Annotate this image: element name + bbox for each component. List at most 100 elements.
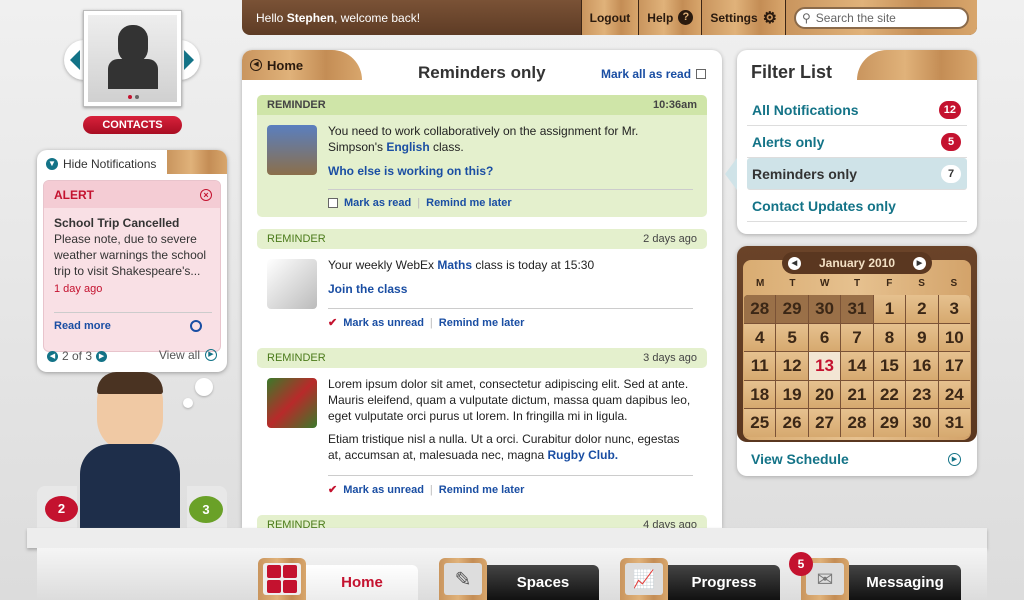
person-silhouette-icon <box>88 15 177 102</box>
calendar-day[interactable]: 8 <box>873 323 906 351</box>
who-else-link[interactable]: Who else is working on this? <box>328 163 693 179</box>
next-month-button[interactable]: ▶ <box>913 256 926 270</box>
calendar-day[interactable]: 4 <box>744 323 776 351</box>
notifications-panel: ▼ Hide Notifications ALERT × School Trip… <box>37 150 227 372</box>
calendar-day[interactable]: 17 <box>938 352 970 380</box>
mark-all-read[interactable]: Mark all as read <box>601 67 707 81</box>
mark-as-read-link[interactable]: Mark as read <box>344 197 411 209</box>
mark-as-unread-link[interactable]: Mark as unread <box>343 317 424 329</box>
filter-alerts-only[interactable]: Alerts only 5 <box>747 126 967 158</box>
green-bubble-badge[interactable]: 3 <box>189 496 223 523</box>
calendar-day[interactable]: 26 <box>776 409 808 437</box>
help-button[interactable]: Help? <box>638 0 702 35</box>
remind-later-link[interactable]: Remind me later <box>439 317 525 329</box>
calendar-day[interactable]: 14 <box>841 352 873 380</box>
view-schedule-link[interactable]: View Schedule <box>751 451 849 467</box>
reminder-header: REMINDER 2 days ago <box>257 229 707 249</box>
mark-all-checkbox[interactable] <box>696 69 707 79</box>
alert-title: School Trip Cancelled <box>54 216 180 230</box>
weekday-label: T <box>789 278 796 289</box>
student-character-image <box>70 372 190 528</box>
calendar-day[interactable]: 31 <box>938 409 970 437</box>
alert-label: ALERT <box>54 187 94 202</box>
logout-button[interactable]: Logout <box>580 0 639 35</box>
help-icon: ? <box>678 10 694 25</box>
calendar-day[interactable]: 1 <box>873 295 906 323</box>
calendar-day[interactable]: 22 <box>873 380 906 408</box>
calendar-day-prev-month[interactable]: 29 <box>776 295 808 323</box>
pen-thumbnail <box>267 259 317 309</box>
mark-read-checkbox[interactable] <box>328 198 338 208</box>
calendar-day[interactable]: 10 <box>938 323 970 351</box>
calendar-day[interactable]: 5 <box>776 323 808 351</box>
prev-month-button[interactable]: ◀ <box>788 256 801 270</box>
filter-reminders-only[interactable]: Reminders only 7 <box>725 158 967 190</box>
maths-link[interactable]: Maths <box>437 258 472 272</box>
calendar-day[interactable]: 12 <box>776 352 808 380</box>
calendar-day[interactable]: 18 <box>744 380 776 408</box>
calendar-day[interactable]: 21 <box>841 380 873 408</box>
filter-title: Filter List <box>751 62 833 82</box>
reminders-panel: ◀ Home Reminders only Mark all as read R… <box>242 50 722 528</box>
count-badge: 5 <box>941 132 961 151</box>
reminder-item: You need to work collaboratively on the … <box>257 115 707 217</box>
checkmark-icon[interactable]: ✔ <box>328 316 337 329</box>
search-input[interactable]: ⚲ Search the site <box>794 6 969 29</box>
view-all-link[interactable]: View all ▶ <box>159 348 217 362</box>
chevron-right-icon <box>184 50 194 70</box>
home-breadcrumb-tab[interactable]: ◀ Home <box>242 50 362 80</box>
rugby-club-link[interactable]: Rugby Club. <box>547 448 618 462</box>
calendar-day[interactable]: 19 <box>776 380 808 408</box>
calendar-day[interactable]: 30 <box>906 409 938 437</box>
messaging-badge: 5 <box>789 552 813 576</box>
count-badge: 12 <box>938 100 961 119</box>
calendar-day[interactable]: 15 <box>873 352 906 380</box>
calendar-day-prev-month[interactable]: 31 <box>841 295 873 323</box>
english-link[interactable]: English <box>386 140 429 154</box>
thought-bubble-icon <box>195 378 213 396</box>
remind-later-link[interactable]: Remind me later <box>426 197 512 209</box>
calendar-day[interactable]: 23 <box>906 380 938 408</box>
checkmark-icon[interactable]: ✔ <box>328 483 337 496</box>
settings-button[interactable]: Settings ⚙ <box>701 0 785 35</box>
prev-notification-icon[interactable]: ◀ <box>47 350 58 362</box>
contacts-button[interactable]: CONTACTS <box>83 116 182 134</box>
calendar-day[interactable]: 16 <box>906 352 938 380</box>
close-icon[interactable]: × <box>200 188 212 201</box>
remind-later-link[interactable]: Remind me later <box>439 484 525 496</box>
next-notification-icon[interactable]: ▶ <box>96 350 108 362</box>
search-icon: ⚲ <box>802 10 811 25</box>
filter-contact-updates[interactable]: Contact Updates only <box>747 190 967 222</box>
mark-as-unread-link[interactable]: Mark as unread <box>343 484 424 496</box>
calendar-day[interactable]: 28 <box>841 409 873 437</box>
back-icon: ◀ <box>250 59 262 71</box>
chevron-right-circle-icon[interactable]: ▶ <box>948 453 961 466</box>
calendar-day[interactable]: 6 <box>808 323 841 351</box>
clock-icon[interactable] <box>190 320 202 332</box>
weekday-label: S <box>918 278 925 289</box>
calendar-day-prev-month[interactable]: 30 <box>808 295 841 323</box>
hide-notifications-toggle[interactable]: ▼ Hide Notifications <box>46 157 156 171</box>
filter-all-notifications[interactable]: All Notifications 12 <box>747 94 967 126</box>
contact-avatar[interactable] <box>83 10 182 107</box>
calendar-day[interactable]: 7 <box>841 323 873 351</box>
join-class-link[interactable]: Join the class <box>328 281 693 297</box>
read-more-link[interactable]: Read more <box>54 320 111 332</box>
red-bubble-badge[interactable]: 2 <box>45 496 78 522</box>
weekday-label: F <box>886 278 893 289</box>
gear-icon: ⚙ <box>762 9 777 27</box>
weekday-label: W <box>819 278 830 289</box>
calendar-day-prev-month[interactable]: 28 <box>744 295 776 323</box>
calendar-day[interactable]: 24 <box>938 380 970 408</box>
calendar-day[interactable]: 29 <box>873 409 906 437</box>
calendar-day[interactable]: 27 <box>808 409 841 437</box>
calendar-day[interactable]: 2 <box>906 295 938 323</box>
calendar-day[interactable]: 11 <box>744 352 776 380</box>
calendar-day[interactable]: 3 <box>938 295 970 323</box>
calendar-day[interactable]: 25 <box>744 409 776 437</box>
calendar-day[interactable]: 20 <box>808 380 841 408</box>
calendar-day[interactable]: 9 <box>906 323 938 351</box>
notification-pager: 2 of 3 <box>62 349 93 363</box>
page-title: Reminders only <box>418 63 546 82</box>
calendar-day-today[interactable]: 13 <box>808 352 841 380</box>
